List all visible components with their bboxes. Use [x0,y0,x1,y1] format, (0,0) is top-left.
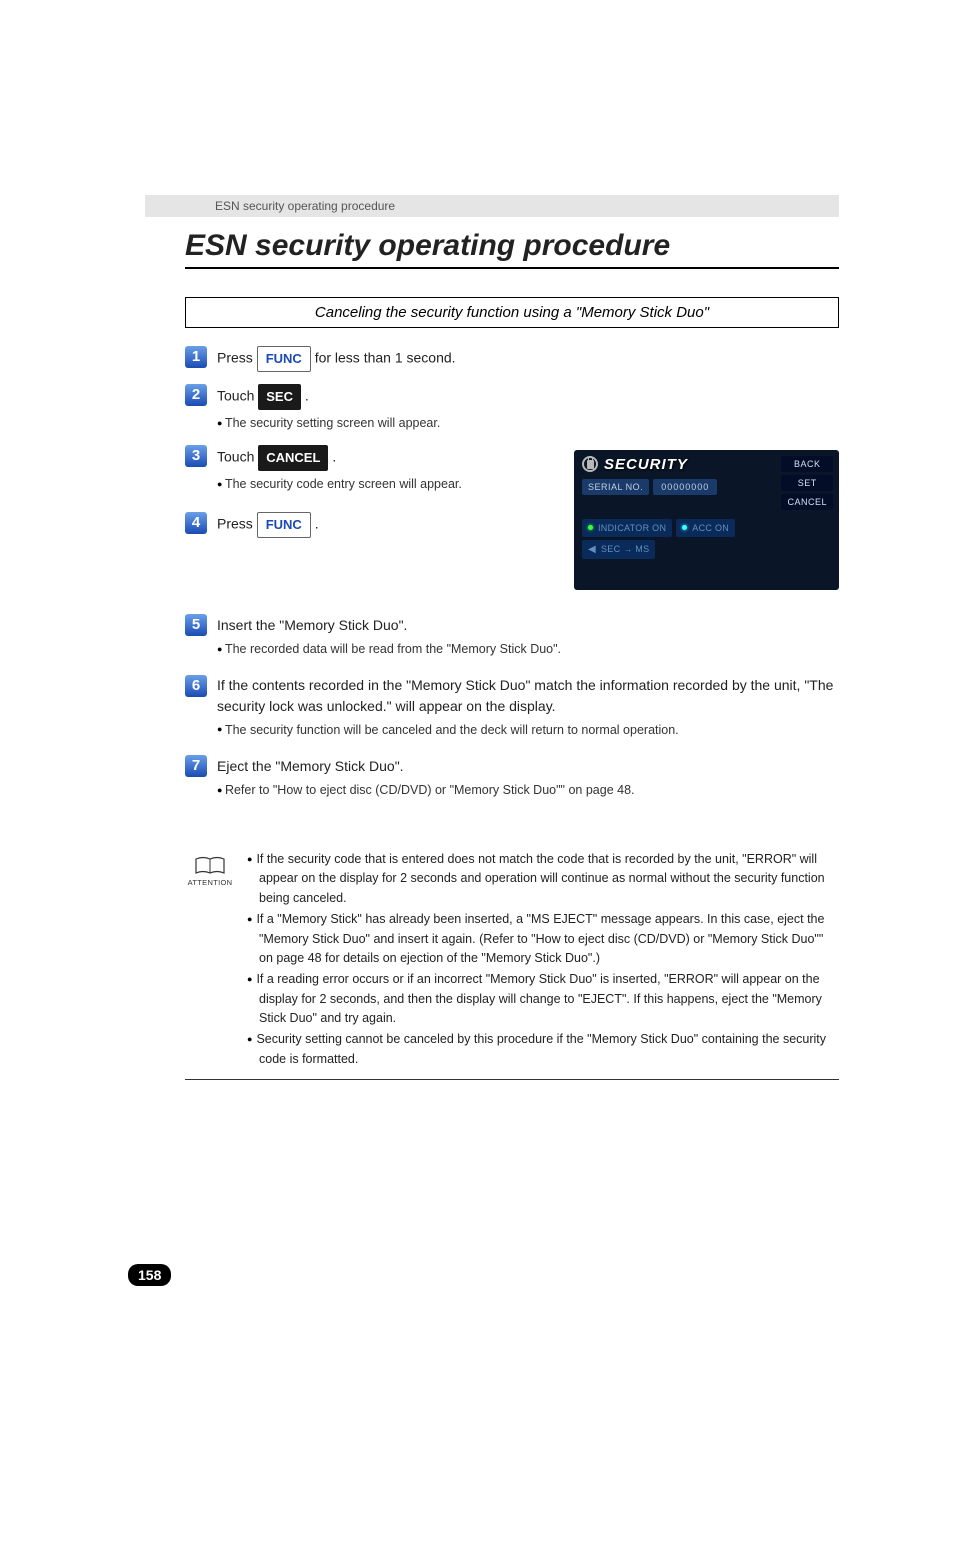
status-dot-icon [588,525,593,530]
screenshot-title: SECURITY [604,456,688,473]
screenshot-cancel-button: CANCEL [781,494,833,510]
step-bullet: The security setting screen will appear. [217,414,839,433]
screenshot-back-button: BACK [781,456,833,472]
step-6: 6 If the contents recorded in the "Memor… [185,675,839,740]
func-button: FUNC [257,512,311,538]
main-content: Canceling the security function using a … [185,297,839,1080]
step-1: 1 Press FUNC for less than 1 second. [185,346,839,372]
step-text: Touch [217,448,258,464]
step-5: 5 Insert the "Memory Stick Duo". The rec… [185,614,839,659]
book-icon [194,856,226,876]
attention-label: ATTENTION [185,878,235,887]
subtitle: Canceling the security function using a … [185,297,839,328]
acc-control: ACC ON [676,519,735,537]
section-header: ESN security operating procedure [145,195,839,217]
sec-ms-control: ◀ SEC → MS [582,540,655,559]
step-7: 7 Eject the "Memory Stick Duo". Refer to… [185,755,839,800]
attention-item: If the security code that is entered doe… [247,850,839,908]
step-text: Touch [217,388,258,404]
attention-item: If a reading error occurs or if an incor… [247,970,839,1028]
step-bullet: Refer to "How to eject disc (CD/DVD) or … [217,781,839,800]
step-number: 3 [185,445,207,467]
step-number: 6 [185,675,207,697]
step-number: 5 [185,614,207,636]
serial-label: SERIAL NO. [582,479,649,495]
status-dot-icon [682,525,687,530]
page-title: ESN security operating procedure [185,229,839,269]
attention-item: Security setting cannot be canceled by t… [247,1030,839,1069]
step-number: 7 [185,755,207,777]
step-3: 3 Touch CANCEL . The security code entry… [185,445,556,494]
step-bullet: The security function will be canceled a… [217,721,839,740]
arrow-left-icon: ◀ [588,544,596,555]
serial-value: 00000000 [653,479,717,495]
attention-item: If a "Memory Stick" has already been ins… [247,910,839,968]
sec-button: SEC [258,384,301,410]
step-text: Press [217,350,257,366]
step-text: Insert the "Memory Stick Duo". [217,614,839,636]
step-number: 2 [185,384,207,406]
step-text: . [332,448,336,464]
step-text: Press [217,515,257,531]
step-text: Eject the "Memory Stick Duo". [217,755,839,777]
step-text: If the contents recorded in the "Memory … [217,675,839,717]
step-text: . [305,388,309,404]
step-text: for less than 1 second. [315,350,456,366]
lock-icon [582,456,598,472]
step-bullet: The security code entry screen will appe… [217,475,556,494]
func-button: FUNC [257,346,311,372]
step-bullet: The recorded data will be read from the … [217,640,839,659]
screenshot-set-button: SET [781,475,833,491]
step-4: 4 Press FUNC . [185,512,556,538]
cancel-button: CANCEL [258,445,328,471]
page-number: 158 [128,1264,171,1286]
step-number: 4 [185,512,207,534]
step-text: . [315,515,319,531]
attention-box: ATTENTION If the security code that is e… [185,850,839,1080]
device-screenshot: SECURITY BACK SET CANCEL SERIAL NO. 0000… [574,450,839,590]
step-number: 1 [185,346,207,368]
step-2: 2 Touch SEC . The security setting scree… [185,384,839,433]
indicator-control: INDICATOR ON [582,519,672,537]
